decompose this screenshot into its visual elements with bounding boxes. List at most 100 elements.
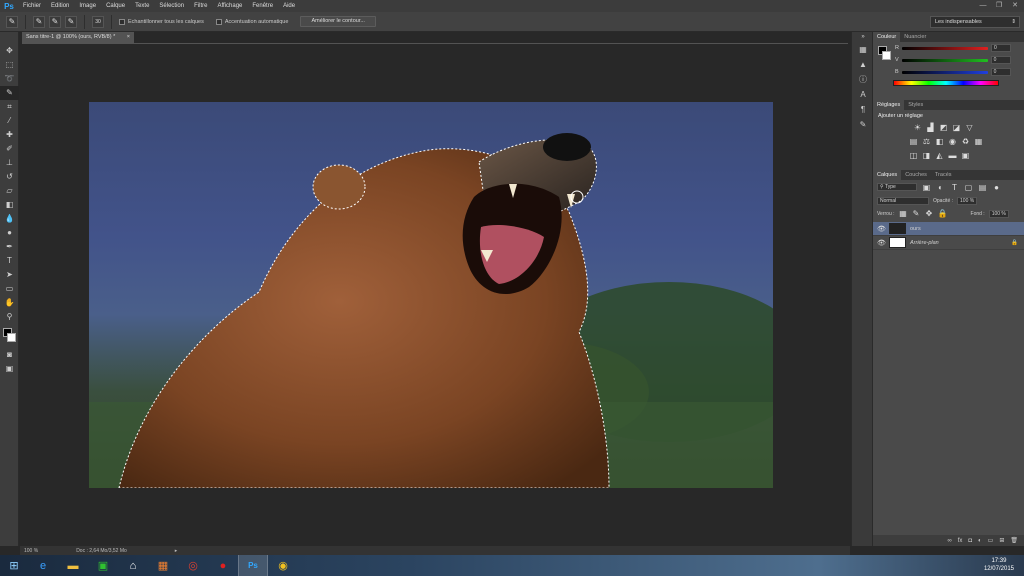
- menu-selection[interactable]: Sélection: [154, 3, 189, 9]
- auto-enhance-checkbox[interactable]: [215, 18, 222, 25]
- refine-edge-button[interactable]: Améliorer le contour...: [300, 16, 376, 27]
- red-value-input[interactable]: 0: [990, 44, 1011, 52]
- tab-calques[interactable]: Calques: [873, 170, 902, 180]
- start-button[interactable]: ⊞: [0, 555, 28, 576]
- green-value-input[interactable]: 0: [990, 56, 1011, 64]
- photoshop-taskbar-icon[interactable]: Ps: [238, 555, 268, 576]
- eye-icon[interactable]: 👁: [877, 239, 886, 247]
- menu-filtre[interactable]: Filtre: [189, 3, 212, 9]
- panel-bg-swatch[interactable]: [882, 51, 891, 60]
- quick-mask-icon[interactable]: ◙: [0, 348, 19, 362]
- healing-brush-tool-icon[interactable]: ✚: [0, 128, 19, 142]
- sample-all-layers-checkbox[interactable]: [119, 18, 125, 25]
- minimize-button[interactable]: —: [978, 1, 988, 10]
- zoom-tool-icon[interactable]: ⚲: [0, 310, 19, 324]
- color-lookup-icon[interactable]: ▦: [974, 137, 983, 146]
- layer-row-background[interactable]: 👁 Arrière-plan 🔒: [873, 236, 1024, 250]
- info-panel-icon[interactable]: ⓘ: [852, 72, 874, 87]
- zoom-level[interactable]: 100 %: [24, 548, 38, 554]
- fill-input[interactable]: 100 %: [988, 209, 1009, 218]
- move-tool-icon[interactable]: ✥: [0, 44, 19, 58]
- screen-mode-icon[interactable]: ▣: [0, 362, 19, 376]
- history-panel-icon[interactable]: ▦: [852, 42, 874, 57]
- background-color-swatch[interactable]: [7, 333, 16, 342]
- internet-explorer-icon[interactable]: e: [28, 555, 58, 576]
- collapse-dock-icon[interactable]: »: [852, 32, 874, 42]
- tab-reglages[interactable]: Réglages: [873, 100, 905, 110]
- blue-value-input[interactable]: 0: [990, 68, 1011, 76]
- sample-all-layers-option[interactable]: Echantillonner tous les calques: [119, 18, 204, 25]
- type-tool-icon[interactable]: T: [0, 254, 19, 268]
- color-swatches-icon[interactable]: [0, 324, 19, 348]
- quick-selection-tool-preset-icon[interactable]: ✎: [6, 15, 18, 28]
- marquee-tool-icon[interactable]: ⬚: [0, 58, 19, 72]
- new-layer-icon[interactable]: ⊞: [999, 537, 1004, 544]
- layer-style-icon[interactable]: fx: [958, 538, 963, 544]
- gradient-tool-icon[interactable]: ◧: [0, 198, 19, 212]
- menu-fenetre[interactable]: Fenêtre: [247, 3, 278, 9]
- brush-size-picker[interactable]: 30: [92, 15, 104, 28]
- red-slider[interactable]: [901, 46, 988, 50]
- clone-stamp-tool-icon[interactable]: ⊥: [0, 156, 19, 170]
- shape-tool-icon[interactable]: ▭: [0, 282, 19, 296]
- home-icon[interactable]: ⌂: [118, 555, 148, 576]
- auto-enhance-option[interactable]: Accentuation automatique: [215, 18, 288, 25]
- color-balance-icon[interactable]: ⚖: [922, 137, 931, 146]
- channel-mixer-icon[interactable]: ♻: [961, 137, 970, 146]
- history-brush-tool-icon[interactable]: ↺: [0, 170, 19, 184]
- tab-nuancier[interactable]: Nuancier: [900, 32, 930, 42]
- blend-mode-select[interactable]: Normal: [877, 196, 929, 205]
- filter-adjustment-icon[interactable]: ◐: [936, 183, 945, 192]
- menu-affichage[interactable]: Affichage: [212, 3, 247, 9]
- posterize-icon[interactable]: ◨: [922, 151, 931, 160]
- tool-presets-icon[interactable]: ✎: [852, 117, 874, 132]
- add-to-selection-icon[interactable]: ✎: [49, 15, 61, 28]
- paragraph-panel-icon[interactable]: ¶: [852, 102, 874, 117]
- photo-filter-icon[interactable]: ◉: [948, 137, 957, 146]
- spectrum-bar[interactable]: [893, 80, 999, 86]
- layer-row-ours[interactable]: 👁 ours: [873, 222, 1024, 236]
- gradient-map-icon[interactable]: ▬: [948, 151, 957, 160]
- subtract-from-selection-icon[interactable]: ✎: [65, 15, 77, 28]
- status-menu-arrow-icon[interactable]: ▸: [175, 548, 178, 554]
- menu-calque[interactable]: Calque: [101, 3, 130, 9]
- new-adjustment-icon[interactable]: ◐: [978, 538, 982, 544]
- blur-tool-icon[interactable]: 💧: [0, 212, 19, 226]
- green-slider[interactable]: [901, 58, 988, 62]
- add-mask-icon[interactable]: ◘: [968, 538, 972, 544]
- vibrance-icon[interactable]: ▽: [965, 123, 974, 132]
- crop-tool-icon[interactable]: ⌗: [0, 100, 19, 114]
- menu-image[interactable]: Image: [74, 3, 101, 9]
- eyedropper-tool-icon[interactable]: ⁄: [0, 114, 19, 128]
- filter-type-icon[interactable]: T: [950, 183, 959, 192]
- new-group-icon[interactable]: ▭: [988, 537, 994, 544]
- properties-panel-icon[interactable]: ▲: [852, 57, 874, 72]
- brush-tool-icon[interactable]: ✐: [0, 142, 19, 156]
- selective-color-icon[interactable]: ▣: [961, 151, 970, 160]
- filter-pixel-icon[interactable]: ▣: [922, 183, 931, 192]
- layer-kind-filter[interactable]: ⚲ Type: [877, 183, 917, 191]
- lock-transparent-icon[interactable]: ▦: [899, 209, 908, 218]
- lasso-tool-icon[interactable]: ➰: [0, 72, 19, 86]
- blue-slider[interactable]: [901, 70, 988, 74]
- tab-couches[interactable]: Couches: [901, 170, 931, 180]
- eraser-tool-icon[interactable]: ▱: [0, 184, 19, 198]
- menu-aide[interactable]: Aide: [278, 3, 300, 9]
- tab-traces[interactable]: Tracés: [931, 170, 956, 180]
- curves-icon[interactable]: ◩: [939, 123, 948, 132]
- store-icon[interactable]: ▣: [88, 555, 118, 576]
- file-explorer-icon[interactable]: ▬: [58, 555, 88, 576]
- tab-couleur[interactable]: Couleur: [873, 32, 901, 42]
- new-selection-icon[interactable]: ✎: [33, 15, 45, 28]
- filter-shape-icon[interactable]: ▢: [964, 183, 973, 192]
- link-layers-icon[interactable]: ∞: [947, 538, 951, 544]
- system-clock[interactable]: 17:39 12/07/2015: [984, 557, 1014, 573]
- invert-icon[interactable]: ◫: [909, 151, 918, 160]
- quick-selection-tool-icon[interactable]: ✎: [0, 86, 19, 100]
- filter-smart-object-icon[interactable]: ▤: [978, 183, 987, 192]
- document-canvas[interactable]: [89, 102, 773, 488]
- close-tab-icon[interactable]: ×: [127, 32, 130, 43]
- menu-edition[interactable]: Edition: [46, 3, 74, 9]
- exposure-icon[interactable]: ◪: [952, 123, 961, 132]
- eye-icon[interactable]: 👁: [877, 225, 886, 233]
